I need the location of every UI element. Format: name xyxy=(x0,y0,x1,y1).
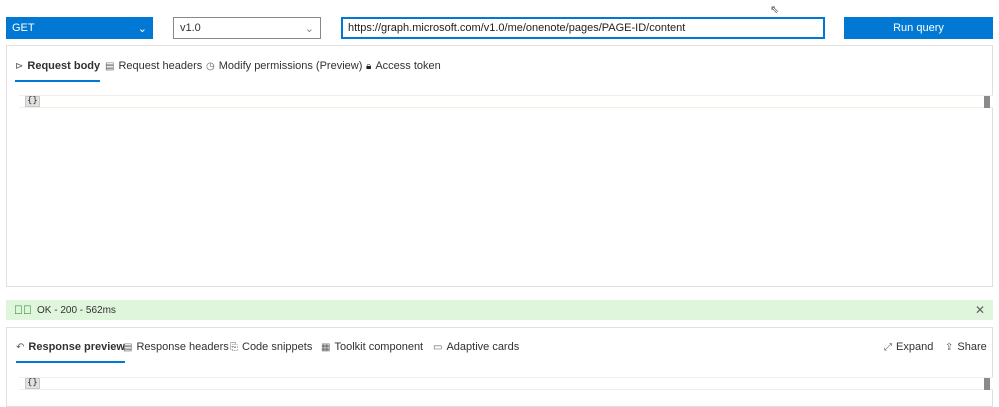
tab-adaptive-cards[interactable]: ▭ Adaptive cards xyxy=(433,339,519,355)
check-circle-icon: ✓⃝ xyxy=(14,303,32,317)
run-query-button[interactable]: Run query xyxy=(844,17,993,39)
tab-label: Request headers xyxy=(118,60,203,72)
tab-access-token[interactable]: 🔒︎ Access token xyxy=(366,58,441,74)
scrollbar[interactable] xyxy=(984,378,990,390)
url-input[interactable]: https://graph.microsoft.com/v1.0/me/onen… xyxy=(341,17,825,39)
toolkit-icon: ▦ xyxy=(321,341,331,353)
tab-code-snippets[interactable]: ⎘ Code snippets xyxy=(230,339,312,355)
chevron-down-icon: ⌄ xyxy=(304,22,314,35)
tab-label: Toolkit component xyxy=(334,341,424,353)
tab-label: Request body xyxy=(27,60,101,72)
chevron-down-icon: ⌄ xyxy=(137,22,147,35)
request-body-editor[interactable]: {} xyxy=(19,95,993,108)
headers-icon: ▤ xyxy=(105,60,115,72)
lock-icon: 🔒︎ xyxy=(366,60,372,72)
share-icon: ⇪ xyxy=(945,341,954,353)
expand-label: Expand xyxy=(896,341,934,353)
tab-toolkit-component[interactable]: ▦ Toolkit component xyxy=(321,339,423,355)
editor-content: {} xyxy=(25,96,40,107)
tab-label: Response preview xyxy=(28,341,125,353)
undo-icon: ↶ xyxy=(16,341,25,353)
method-dropdown[interactable]: GET ⌄ xyxy=(6,17,153,39)
tab-response-preview[interactable]: ↶ Response preview xyxy=(16,339,125,363)
expand-button[interactable]: ⤢ Expand xyxy=(884,339,933,355)
close-icon[interactable]: ✕ xyxy=(975,303,985,317)
tab-label: Adaptive cards xyxy=(446,341,520,353)
tab-label: Modify permissions (Preview) xyxy=(218,60,363,72)
send-icon: ⊳ xyxy=(15,60,24,72)
tab-request-headers[interactable]: ▤ Request headers xyxy=(105,58,202,74)
clipboard-code-icon: ⎘ xyxy=(230,341,238,353)
status-bar: ✓⃝ OK - 200 - 562ms ✕ xyxy=(6,300,993,320)
mouse-cursor-icon: ⇖ xyxy=(770,4,780,16)
status-text: OK - 200 - 562ms xyxy=(37,304,116,316)
tab-response-headers[interactable]: ▤ Response headers xyxy=(123,339,229,355)
request-panel: ⊳ Request body ▤ Request headers ◷ Modify p… xyxy=(6,45,993,287)
tab-label: Access token xyxy=(375,60,441,72)
version-value: v1.0 xyxy=(180,22,201,34)
response-panel: ↶ Response preview ▤ Response headers ⎘ Cod… xyxy=(6,327,993,407)
share-label: Share xyxy=(957,341,987,353)
expand-icon: ⤢ xyxy=(884,341,892,353)
tab-label: Response headers xyxy=(136,341,229,353)
response-body-viewer[interactable]: {} xyxy=(19,377,993,390)
card-icon: ▭ xyxy=(433,341,443,353)
scrollbar[interactable] xyxy=(984,96,990,108)
version-dropdown[interactable]: v1.0 ⌄ xyxy=(173,17,321,39)
headers-icon: ▤ xyxy=(123,341,133,353)
tab-modify-permissions[interactable]: ◷ Modify permissions (Preview) xyxy=(206,58,362,74)
method-value: GET xyxy=(12,22,35,34)
permissions-icon: ◷ xyxy=(206,60,215,72)
viewer-content: {} xyxy=(25,378,40,389)
tab-label: Code snippets xyxy=(242,341,313,353)
share-button[interactable]: ⇪ Share xyxy=(945,339,987,355)
url-value: https://graph.microsoft.com/v1.0/me/onen… xyxy=(348,22,686,34)
tab-request-body[interactable]: ⊳ Request body xyxy=(15,58,101,82)
